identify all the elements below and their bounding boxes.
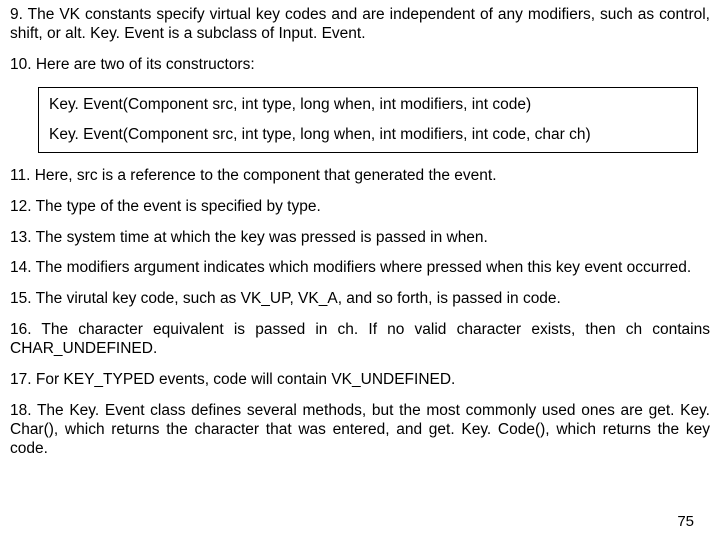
constructor-code-box: Key. Event(Component src, int type, long… [38,87,698,153]
paragraph-13: 13. The system time at which the key was… [10,229,710,248]
paragraph-16: 16. The character equivalent is passed i… [10,321,710,359]
constructor-signature-2: Key. Event(Component src, int type, long… [49,126,687,144]
paragraph-10: 10. Here are two of its constructors: [10,56,710,75]
paragraph-17: 17. For KEY_TYPED events, code will cont… [10,371,710,390]
paragraph-12: 12. The type of the event is specified b… [10,198,710,217]
paragraph-9: 9. The VK constants specify virtual key … [10,6,710,44]
constructor-signature-1: Key. Event(Component src, int type, long… [49,96,687,114]
paragraph-15: 15. The virutal key code, such as VK_UP,… [10,290,710,309]
paragraph-11: 11. Here, src is a reference to the comp… [10,167,710,186]
page-number: 75 [677,513,694,530]
paragraph-14: 14. The modifiers argument indicates whi… [10,259,710,278]
paragraph-18: 18. The Key. Event class defines several… [10,402,710,459]
